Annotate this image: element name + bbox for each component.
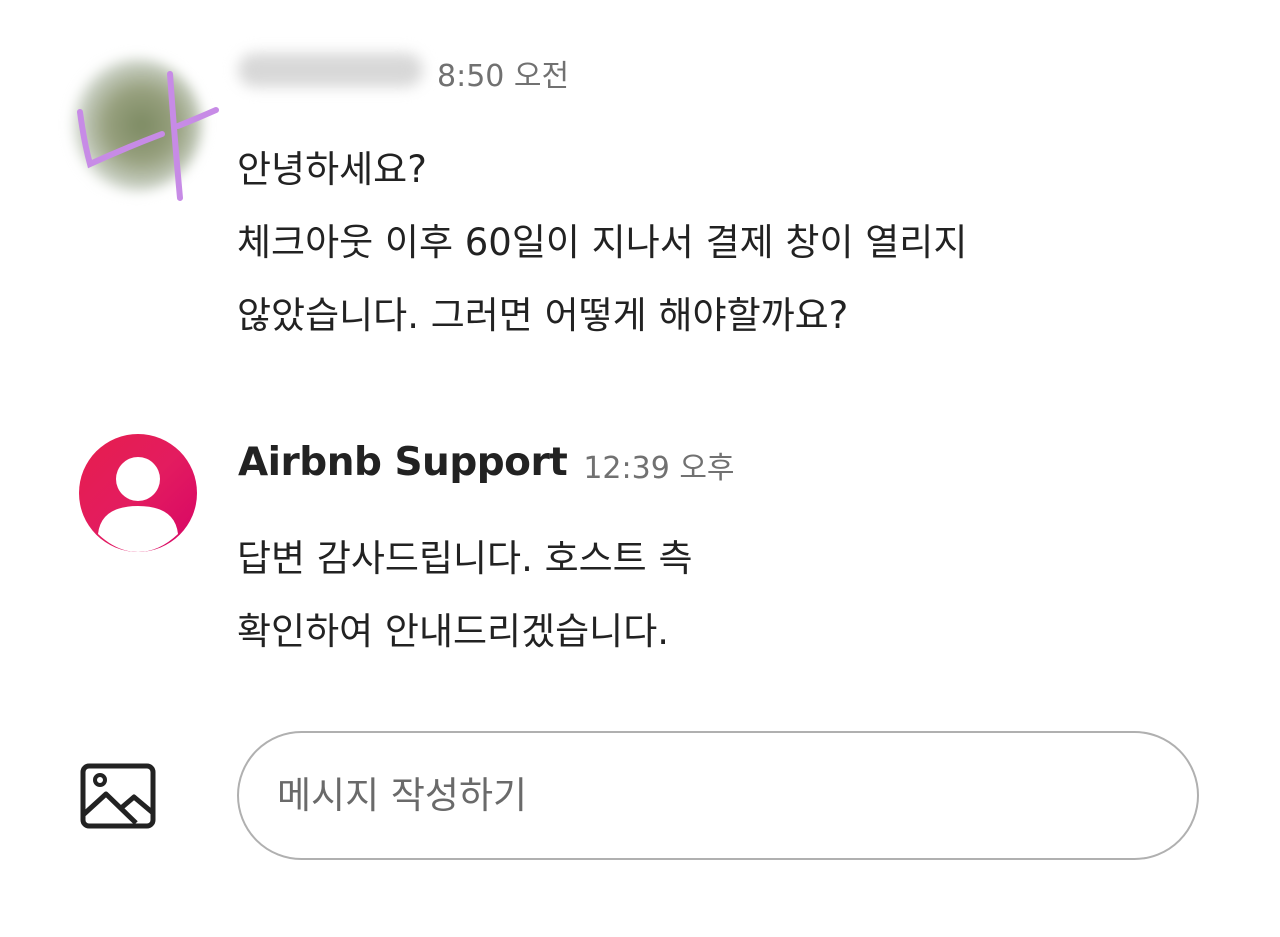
message-body: 답변 감사드립니다. 호스트 측 확인하여 안내드리겠습니다. [237, 522, 693, 668]
image-icon [80, 763, 156, 829]
message-line: 체크아웃 이후 60일이 지나서 결제 창이 열리지 [237, 221, 968, 264]
message-input[interactable] [237, 731, 1199, 860]
avatar-handwritten-mark [77, 71, 219, 201]
message-composer [0, 730, 1280, 865]
default-profile-icon [98, 457, 178, 552]
message-line: 않았습니다. 그러면 어떻게 해야할까요? [237, 294, 849, 337]
message-line: 답변 감사드립니다. 호스트 측 [237, 537, 693, 580]
attach-image-button[interactable] [80, 763, 156, 829]
sender-name-redacted [238, 53, 423, 87]
message-header: Airbnb Support 12:39 오후 [238, 432, 735, 492]
chat-screen: 8:50 오전 안녕하세요? 체크아웃 이후 60일이 지나서 결제 창이 열리… [0, 0, 1280, 937]
message-timestamp: 12:39 오후 [583, 451, 735, 486]
message-body: 안녕하세요? 체크아웃 이후 60일이 지나서 결제 창이 열리지 않았습니다.… [237, 133, 967, 352]
message-timestamp: 8:50 오전 [437, 59, 570, 94]
message-line: 안녕하세요? [237, 148, 427, 191]
support-avatar[interactable] [79, 434, 197, 552]
message-line: 확인하여 안내드리겠습니다. [237, 610, 670, 653]
sender-name: Airbnb Support [238, 439, 568, 485]
message-header: 8:50 오전 [238, 40, 569, 100]
